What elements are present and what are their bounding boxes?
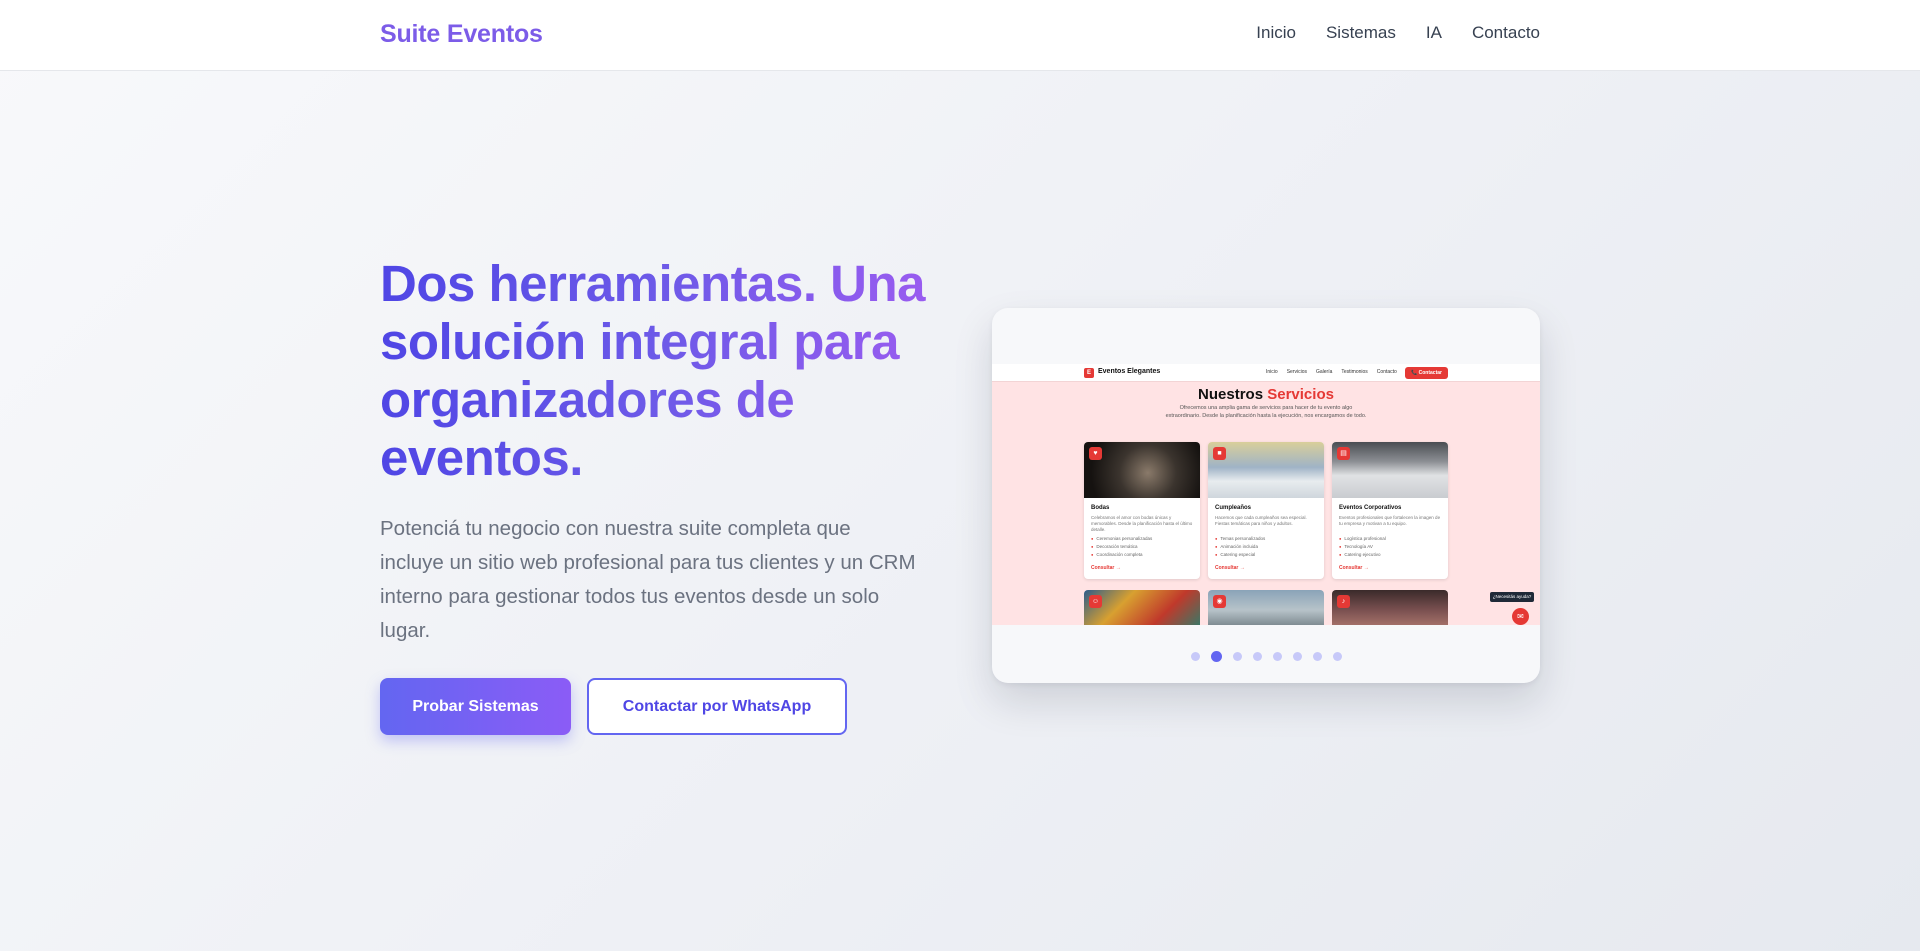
preview-card-bullet: Coordinación completa (1091, 551, 1152, 559)
preview-card-text: Eventos profesionales que fortalecen la … (1339, 515, 1441, 526)
preview-card-link: Consultar → (1215, 565, 1245, 571)
preview-nav-item: Inicio (1266, 369, 1278, 375)
carousel-dot[interactable] (1232, 652, 1242, 661)
carousel-dot[interactable] (1292, 652, 1302, 661)
preview-logo-icon: E (1084, 368, 1094, 378)
preview-card-title: Bodas (1091, 505, 1110, 511)
preview-card-link: Consultar → (1091, 565, 1121, 571)
main-nav: Inicio Sistemas IA Contacto (1256, 23, 1540, 43)
preview-brand: Eventos Elegantes (1098, 368, 1161, 375)
carousel-dots (992, 651, 1540, 662)
preview-card-bullet: Ceremonias personalizadas (1091, 535, 1152, 543)
top-navbar: Suite Eventos Inicio Sistemas IA Contact… (0, 0, 1920, 71)
preview-card-bullets: Temas personalizados Animación incluida … (1215, 535, 1265, 559)
carousel-dot[interactable] (1190, 652, 1200, 661)
preview-carousel: E Eventos Elegantes Inicio Servicios Gal… (992, 308, 1540, 683)
brand-logo[interactable]: Suite Eventos (380, 20, 543, 49)
hero-title: Dos herramientas. Una solución integral … (380, 255, 940, 487)
preview-card-text: Celebramos el amor con bodas únicas y me… (1091, 515, 1193, 532)
chat-icon: ✉ (1512, 608, 1529, 625)
gift-icon: ■ (1213, 447, 1226, 460)
hero-subtitle: Potenciá tu negocio con nuestra suite co… (380, 517, 916, 642)
building-icon: ▤ (1337, 447, 1350, 460)
preview-nav-links: Inicio Servicios Galería Testimonios Con… (1266, 369, 1397, 375)
try-systems-button[interactable]: Probar Sistemas (380, 678, 571, 735)
preview-card-image: ◉ (1208, 590, 1324, 625)
carousel-dot[interactable] (1252, 652, 1262, 661)
preview-card-bullet: Catering ejecutivo (1339, 551, 1386, 559)
help-chip: ¿Necesitás ayuda? (1490, 592, 1534, 602)
preview-card-bullet: Catering especial (1215, 551, 1265, 559)
preview-card-bullets: Logística profesional Tecnología AV Cate… (1339, 535, 1386, 559)
carousel-dot[interactable] (1210, 651, 1222, 662)
preview-contact-button: 📞 Contactar (1405, 367, 1448, 379)
preview-card-bullet: Tecnología AV (1339, 543, 1386, 551)
preview-card-title: Cumpleaños (1215, 505, 1252, 511)
nav-link-inicio[interactable]: Inicio (1256, 23, 1296, 43)
preview-description: Ofrecemos una amplia gama de servicios p… (1165, 405, 1367, 419)
preview-card-link: Consultar → (1339, 565, 1369, 571)
preview-nav-item: Contacto (1376, 369, 1397, 375)
preview-card-title: Eventos Corporativos (1339, 505, 1402, 511)
nav-link-ia[interactable]: IA (1426, 23, 1442, 43)
preview-card-cumpleanos: ■ Cumpleaños Hacemos que cada cumpleaños… (1208, 442, 1324, 579)
preview-screenshot: E Eventos Elegantes Inicio Servicios Gal… (992, 364, 1540, 625)
music-icon: ♪ (1337, 595, 1350, 608)
preview-title-plain: Nuestros (1198, 386, 1264, 403)
carousel-dot[interactable] (1272, 652, 1282, 661)
preview-card-corporativos: ▤ Eventos Corporativos Eventos profesion… (1332, 442, 1448, 579)
preview-nav-item: Servicios (1286, 369, 1307, 375)
preview-nav-item: Testimonios (1341, 369, 1368, 375)
preview-card-bullets: Ceremonias personalizadas Decoración tem… (1091, 535, 1152, 559)
preview-nav-item: Galería (1315, 369, 1333, 375)
preview-title-accent: Servicios (1267, 386, 1334, 403)
preview-card-bullet: Logística profesional (1339, 535, 1385, 543)
nav-link-sistemas[interactable]: Sistemas (1326, 23, 1396, 43)
preview-navbar: E Eventos Elegantes Inicio Servicios Gal… (992, 364, 1540, 382)
eye-icon: ◉ (1213, 595, 1226, 608)
preview-card-bullet: Animación incluida (1215, 543, 1265, 551)
heart-icon: ♥ (1089, 447, 1102, 460)
preview-section-title: Nuestros Servicios (992, 386, 1540, 403)
carousel-dot[interactable] (1312, 652, 1322, 661)
party-icon: ☺ (1089, 595, 1102, 608)
preview-card-image: ♪ (1332, 590, 1448, 625)
nav-link-contacto[interactable]: Contacto (1472, 23, 1540, 43)
whatsapp-contact-button[interactable]: Contactar por WhatsApp (587, 678, 847, 735)
carousel-dot[interactable] (1332, 652, 1342, 661)
preview-card-image: ☺ (1084, 590, 1200, 625)
preview-card-bullet: Temas personalizados (1215, 535, 1265, 543)
preview-card-bodas: ♥ Bodas Celebramos el amor con bodas úni… (1084, 442, 1200, 579)
preview-card-bullet: Decoración temática (1091, 543, 1152, 551)
preview-card-text: Hacemos que cada cumpleaños sea especial… (1215, 515, 1307, 526)
